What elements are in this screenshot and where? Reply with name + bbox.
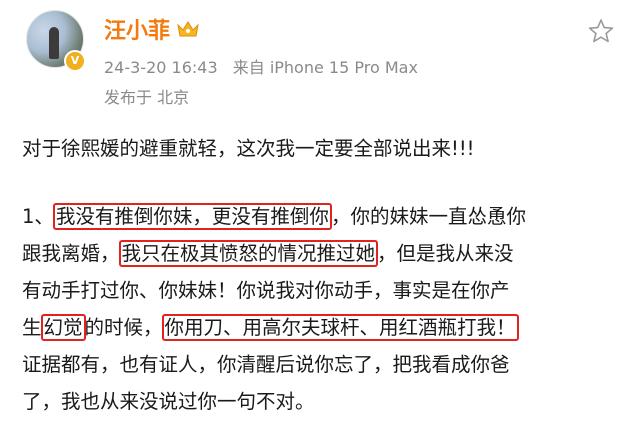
body-text: 1、 — [22, 205, 54, 228]
body-line: 生幻觉 的时候， 你用刀、用高尔夫球杆、用红酒瓶打我！ — [22, 309, 626, 346]
avatar-figure — [49, 27, 59, 59]
highlight-box: 幻觉 — [40, 314, 86, 341]
body-text: 的时候， — [84, 316, 163, 339]
body-text: 跟我离婚， — [22, 242, 120, 265]
post-date: 24-3-20 16:43 — [104, 58, 218, 77]
star-icon[interactable] — [588, 18, 614, 44]
body-line: 有动手打过你、你妹妹！你说我对你动手，事实是在你产 — [22, 279, 510, 302]
body-text: ，你的妹妹一直怂恿你 — [330, 205, 526, 228]
post-source: 来自 iPhone 15 Pro Max — [232, 58, 418, 77]
crown-icon — [177, 21, 199, 37]
body-line: 了，我也从来没说过你一句不对。 — [22, 390, 315, 413]
post-location: 发布于 北京 — [104, 88, 190, 107]
highlight-box: 我只在极其愤怒的情况推过她 — [118, 240, 379, 267]
username[interactable]: 汪小菲 — [104, 13, 170, 45]
highlight-box: 我没有推倒你妹，更没有推倒你 — [52, 203, 332, 230]
post-meta: 24-3-20 16:43 来自 iPhone 15 Pro Max — [104, 54, 428, 78]
verified-badge-icon: V — [64, 50, 86, 72]
post-headline: 对于徐熙媛的避重就轻，这次我一定要全部说出来!!! — [22, 137, 475, 160]
post-body: 1、 我没有推倒你妹，更没有推倒你 ，你的妹妹一直怂恿你 跟我离婚， 我只在极其愤怒的… — [22, 198, 626, 420]
body-text: 生 — [22, 316, 42, 339]
body-line: 跟我离婚， 我只在极其愤怒的情况推过她 ，但是我从来没 — [22, 235, 626, 272]
highlight-box: 你用刀、用高尔夫球杆、用红酒瓶打我！ — [161, 314, 519, 341]
body-line: 1、 我没有推倒你妹，更没有推倒你 ，你的妹妹一直怂恿你 — [22, 198, 626, 235]
body-line: 证据都有，也有证人，你清醒后说你忘了，把我看成你爸 — [22, 353, 510, 376]
body-text: ，但是我从来没 — [377, 242, 514, 265]
username-row: 汪小菲 — [104, 13, 200, 45]
